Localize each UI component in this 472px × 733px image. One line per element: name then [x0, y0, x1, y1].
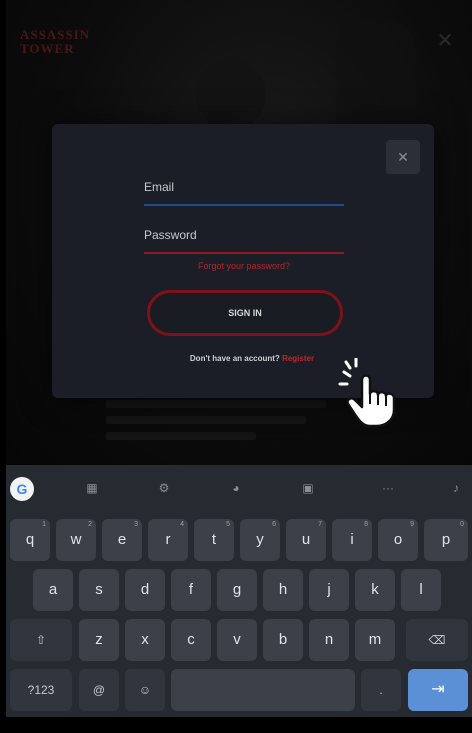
grid-icon[interactable]: ▦ [82, 479, 102, 497]
navigation-bar [6, 717, 472, 733]
email-label: Email [144, 180, 175, 194]
key-label: t [211, 531, 217, 548]
shift-icon: ⇧ [35, 633, 47, 647]
key-f[interactable]: f [171, 569, 211, 611]
key-label: o [393, 531, 403, 548]
key-hint: 5 [226, 521, 230, 528]
sign-in-button[interactable]: SIGN IN [147, 290, 343, 336]
key-e[interactable]: e3 [102, 519, 142, 561]
key-x[interactable]: x [125, 619, 165, 661]
more-icon[interactable]: ··· [378, 479, 398, 497]
key-p[interactable]: p0 [424, 519, 468, 561]
key-c[interactable]: c [171, 619, 211, 661]
email-underline [144, 204, 344, 206]
key-hint: 4 [180, 521, 184, 528]
email-field[interactable]: Email [144, 180, 344, 206]
key-d[interactable]: d [125, 569, 165, 611]
key-n[interactable]: n [309, 619, 349, 661]
space-key[interactable] [171, 669, 355, 711]
background-text-block [106, 400, 336, 448]
key-y[interactable]: y6 [240, 519, 280, 561]
register-prompt: Don't have an account? [189, 354, 280, 363]
key-a[interactable]: a [33, 569, 73, 611]
emoji-key[interactable]: ☺ [125, 669, 165, 711]
key-v[interactable]: v [217, 619, 257, 661]
key-hint: 0 [460, 521, 464, 528]
key-label: i [350, 531, 354, 548]
enter-key[interactable]: ⇥ [408, 669, 468, 711]
key-label: w [70, 531, 82, 548]
key-hint: 9 [410, 521, 414, 528]
key-k[interactable]: k [355, 569, 395, 611]
emoji-icon: ☺ [138, 683, 152, 697]
key-q[interactable]: q1 [10, 519, 50, 561]
key-label: q [25, 531, 35, 548]
key-hint: 7 [318, 521, 322, 528]
background-figure-head [196, 60, 266, 130]
settings-icon[interactable]: ⚙ [154, 479, 174, 497]
key-u[interactable]: u7 [286, 519, 326, 561]
shift-key[interactable]: ⇧ [10, 619, 72, 661]
key-l[interactable]: l [401, 569, 441, 611]
password-label: Password [144, 228, 197, 242]
key-o[interactable]: o9 [378, 519, 418, 561]
key-label: r [165, 531, 171, 548]
app-logo: ASSASSIN TOWER [20, 28, 112, 58]
password-underline [144, 252, 344, 254]
forgot-password-link[interactable]: Forgot your password? [144, 261, 344, 271]
key-j[interactable]: j [309, 569, 349, 611]
at-key[interactable]: @ [79, 669, 119, 711]
close-icon: ✕ [397, 149, 409, 165]
signin-modal: ✕ Email Password Forgot your password? S… [52, 124, 434, 398]
google-icon[interactable] [10, 477, 34, 501]
key-h[interactable]: h [263, 569, 303, 611]
backspace-icon: ⌫ [428, 633, 446, 647]
background-figure [336, 20, 416, 130]
backspace-key[interactable]: ⌫ [406, 619, 468, 661]
key-hint: 8 [364, 521, 368, 528]
logo-line-1: ASSASSIN [20, 27, 91, 42]
key-z[interactable]: z [79, 619, 119, 661]
modal-close-button[interactable]: ✕ [386, 140, 420, 174]
phone-screen: ASSASSIN TOWER ✕ ✕ Email Password Forgot… [6, 0, 472, 733]
key-hint: 6 [272, 521, 276, 528]
next-icon: ⇥ [431, 681, 445, 698]
clipboard-icon[interactable]: ▣ [298, 479, 318, 497]
palette-icon[interactable]: ◕ [226, 479, 246, 497]
soft-keyboard: ▦ ⚙ ◕ ▣ ··· ♪ q1 w2 e3 r4 t5 y6 u7 i8 o9… [6, 465, 472, 717]
tap-hand-icon [338, 358, 396, 428]
key-hint: 2 [88, 521, 92, 528]
key-t[interactable]: t5 [194, 519, 234, 561]
key-label: p [441, 531, 451, 548]
key-label: e [117, 531, 127, 548]
key-r[interactable]: r4 [148, 519, 188, 561]
key-hint: 3 [134, 521, 138, 528]
key-s[interactable]: s [79, 569, 119, 611]
register-link[interactable]: Register [282, 354, 314, 363]
key-m[interactable]: m [355, 619, 395, 661]
key-label: u [301, 531, 311, 548]
keyboard-toolbar: ▦ ⚙ ◕ ▣ ··· ♪ [6, 465, 472, 511]
background-close-icon: ✕ [436, 30, 454, 52]
key-b[interactable]: b [263, 619, 303, 661]
period-key[interactable]: . [361, 669, 401, 711]
logo-line-2: TOWER [20, 41, 75, 56]
key-label: y [256, 531, 264, 548]
key-g[interactable]: g [217, 569, 257, 611]
password-field[interactable]: Password [144, 228, 344, 254]
symbols-key[interactable]: ?123 [10, 669, 72, 711]
key-hint: 1 [42, 521, 46, 528]
key-i[interactable]: i8 [332, 519, 372, 561]
mic-icon[interactable]: ♪ [446, 479, 466, 497]
key-w[interactable]: w2 [56, 519, 96, 561]
